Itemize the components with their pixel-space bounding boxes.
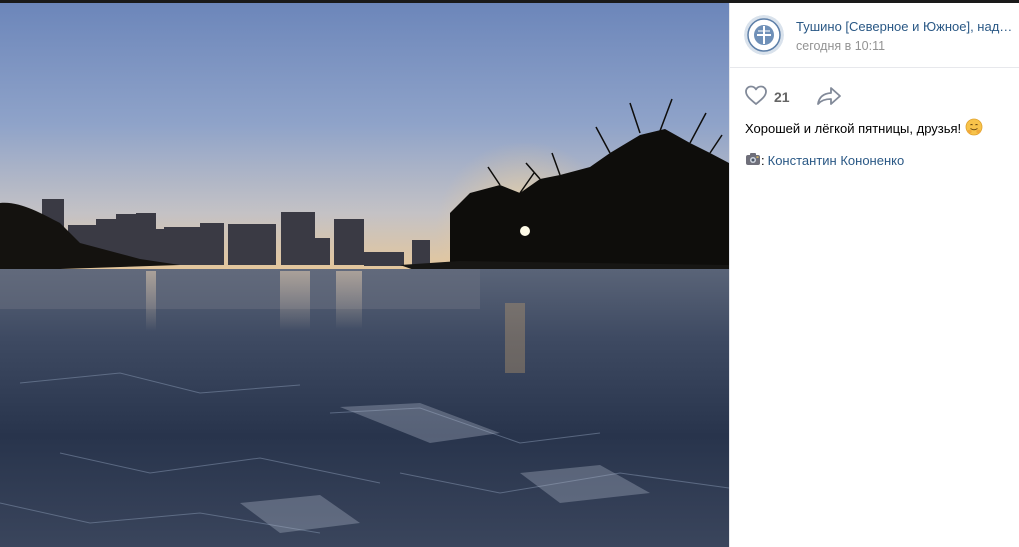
like-count: 21 xyxy=(774,89,790,105)
smiling-face-with-hands-icon xyxy=(965,118,983,139)
share-button[interactable] xyxy=(816,85,842,109)
like-button[interactable]: 21 xyxy=(744,85,790,109)
post-date[interactable]: сегодня в 10:11 xyxy=(796,39,885,53)
caption-text: Хорошей и лёгкой пятницы, друзья! xyxy=(745,121,962,136)
heart-icon xyxy=(744,84,768,111)
community-avatar[interactable] xyxy=(744,15,784,55)
camera-icon xyxy=(745,152,761,169)
community-name-link[interactable]: Тушино [Северное и Южное], надежда на лу… xyxy=(796,19,1016,34)
share-arrow-icon xyxy=(816,87,842,111)
post-panel: Тушино [Северное и Южное], надежда на лу… xyxy=(729,3,1019,547)
photo-credit: : Константин Кононенко xyxy=(745,152,904,169)
photographer-link[interactable]: Константин Кононенко xyxy=(768,153,905,168)
post-caption: Хорошей и лёгкой пятницы, друзья! xyxy=(745,118,983,139)
photo[interactable] xyxy=(0,3,729,547)
post-actions: 21 xyxy=(744,85,1004,109)
post-header: Тушино [Северное и Южное], надежда на лу… xyxy=(730,3,1019,68)
credit-separator: : xyxy=(761,153,765,168)
